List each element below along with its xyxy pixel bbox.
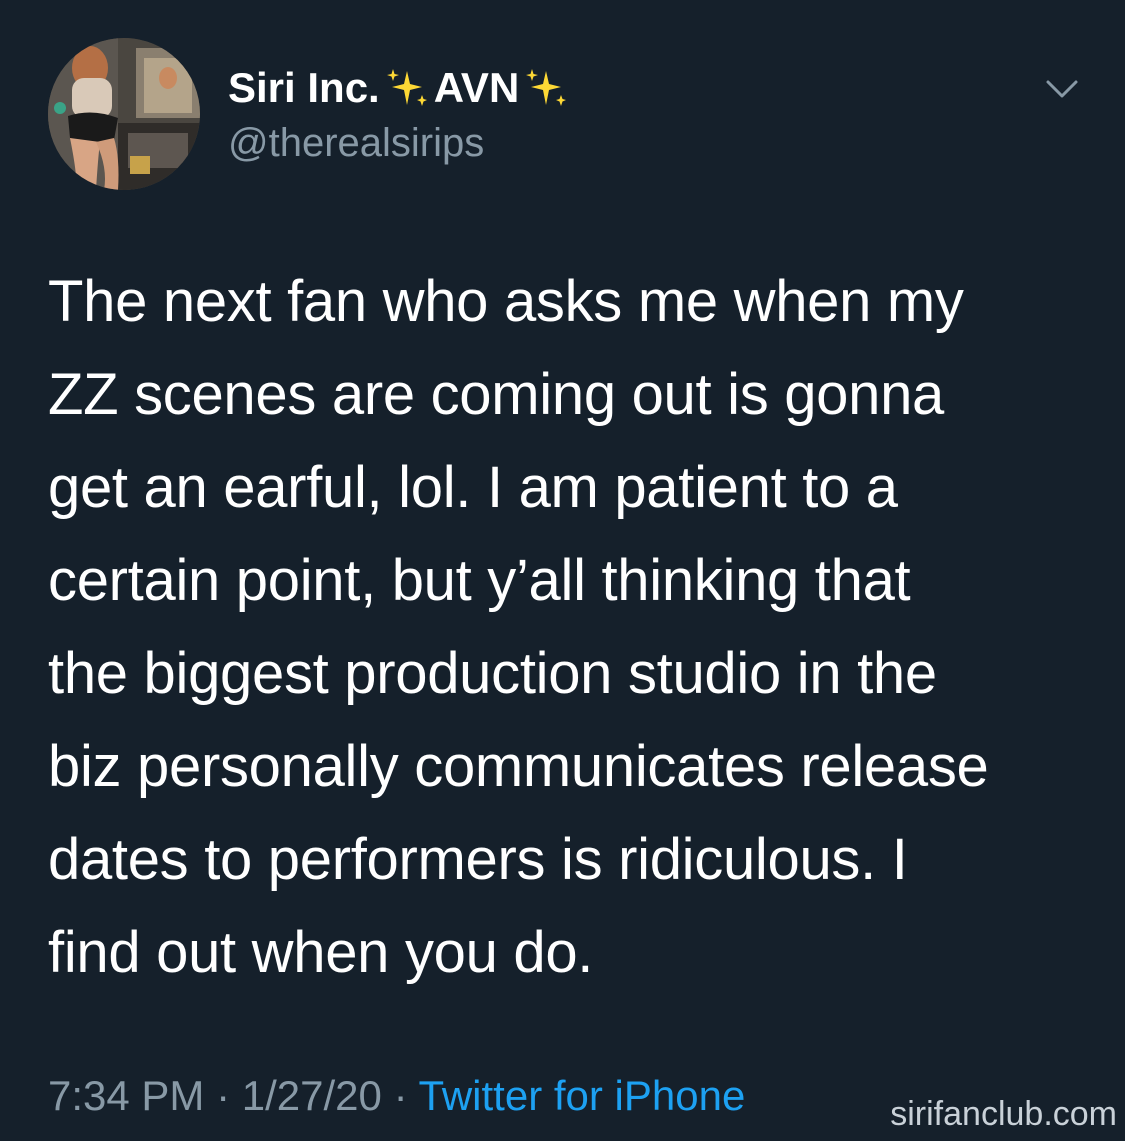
tweet-date[interactable]: 1/27/20 xyxy=(242,1072,382,1119)
meta-separator: · xyxy=(393,1072,408,1119)
tweet-text-line: get an earful, lol. I am patient to a xyxy=(48,455,898,520)
tweet-text-line: ZZ scenes are coming out is gonna xyxy=(48,362,945,427)
tweet-text-line: certain point, but y’all thinking that xyxy=(48,548,911,613)
tweet-text-line: the biggest production studio in the xyxy=(48,641,937,706)
tweet-text-line: dates to performers is ridiculous. I xyxy=(48,827,908,892)
watermark: sirifanclub.com xyxy=(890,1095,1117,1133)
sparkles-icon xyxy=(523,65,569,111)
avatar-image xyxy=(48,38,200,190)
tweet-meta: 7:34 PM · 1/27/20 · Twitter for iPhone xyxy=(48,1070,745,1122)
display-name-text: Siri Inc. xyxy=(228,64,380,111)
meta-separator: · xyxy=(216,1072,231,1119)
tweet-text-line: find out when you do. xyxy=(48,920,594,985)
tweet-text: The next fan who asks me when my ZZ scen… xyxy=(48,255,1088,999)
sparkles-icon xyxy=(384,65,430,111)
more-options-button[interactable] xyxy=(1040,72,1084,108)
tweet-time[interactable]: 7:34 PM xyxy=(48,1072,204,1119)
chevron-down-icon xyxy=(1046,80,1078,98)
user-handle[interactable]: @therealsirips xyxy=(228,118,484,168)
display-name[interactable]: Siri Inc. AVN xyxy=(228,62,573,114)
tweet-text-line: biz personally communicates release xyxy=(48,734,989,799)
tweet-card: Siri Inc. AVN @therealsirips The next fa… xyxy=(0,0,1125,1141)
tweet-text-line: The next fan who asks me when my xyxy=(48,269,964,334)
avatar[interactable] xyxy=(48,38,200,190)
tweet-source-link[interactable]: Twitter for iPhone xyxy=(419,1072,746,1119)
display-name-text-2: AVN xyxy=(433,64,520,111)
